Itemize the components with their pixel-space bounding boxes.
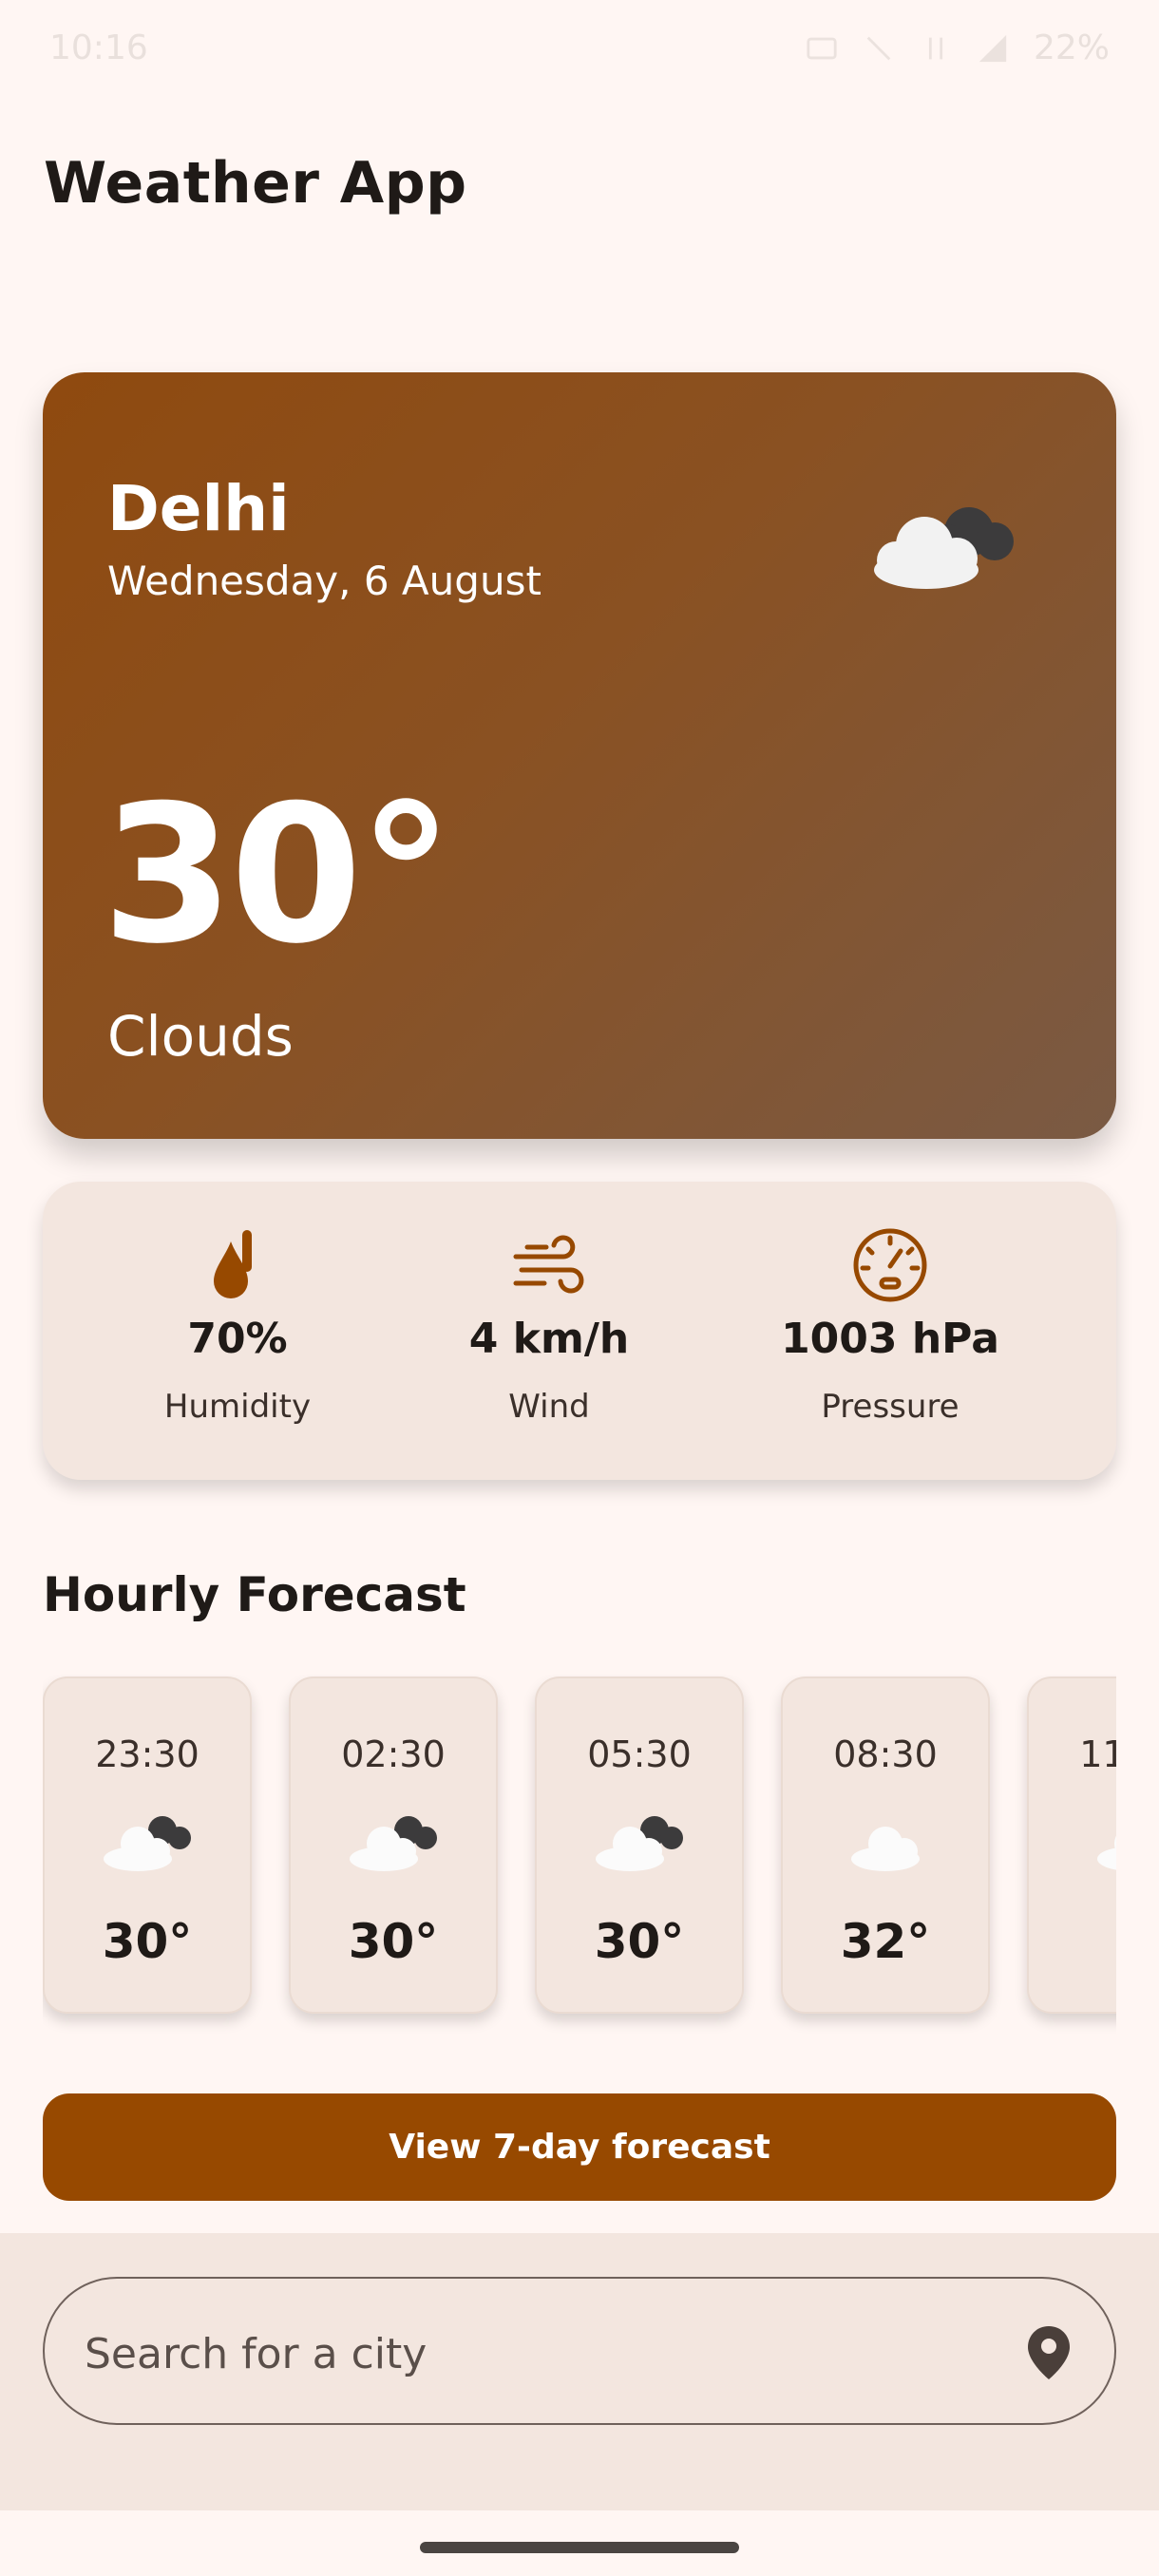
cloud-icon [851, 1827, 920, 1871]
cloud-icon [1097, 1835, 1116, 1870]
search-panel [0, 2233, 1159, 2510]
weather-condition: Clouds [107, 1004, 294, 1069]
hourly-temp: 30° [594, 1914, 685, 1969]
hourly-item[interactable]: 23:30 30° [43, 1676, 252, 2014]
signal-icon [978, 34, 1007, 62]
pressure-gauge-icon [853, 1228, 927, 1302]
pressure-value: 1003 hPa [781, 1315, 999, 1363]
city-search-field[interactable] [43, 2277, 1116, 2425]
cloud-icon [874, 507, 1014, 589]
humidity-value: 70% [187, 1315, 288, 1363]
humidity-label: Humidity [163, 1388, 312, 1426]
hourly-time: 02:30 [341, 1733, 446, 1775]
wind-icon [513, 1235, 584, 1294]
mute-icon [866, 36, 891, 60]
hourly-time: 05:30 [587, 1733, 692, 1775]
current-date: Wednesday, 6 August [107, 558, 542, 604]
hourly-time: 23:30 [95, 1733, 200, 1775]
hourly-item[interactable]: 08:30 32° [781, 1676, 990, 2014]
dark-cloud-icon [596, 1816, 683, 1871]
wind-stat: 4 km/h Wind [407, 1182, 692, 1480]
city-name: Delhi [107, 472, 290, 545]
data-icon [928, 37, 943, 59]
hourly-forecast-title: Hourly Forecast [43, 1567, 466, 1622]
dark-cloud-icon [104, 1816, 191, 1871]
hourly-temp: 32° [840, 1914, 931, 1969]
status-time: 10:16 [49, 28, 148, 67]
current-weather-card: Delhi Wednesday, 6 August 30° Clouds [43, 372, 1116, 1139]
search-input[interactable] [83, 2315, 941, 2393]
page-title: Weather App [44, 150, 467, 217]
humidity-icon [214, 1230, 252, 1298]
humidity-stat: 70% Humidity [95, 1182, 380, 1480]
hd-icon [807, 37, 837, 59]
weather-stats-card: 70% Humidity 4 km/h Wind 1003 hPa Pressu… [43, 1182, 1116, 1480]
battery-level: 22% [1033, 28, 1110, 67]
hourly-item[interactable]: 11:30 3 [1027, 1676, 1116, 2014]
current-temperature: 30° [102, 765, 453, 986]
hourly-item[interactable]: 05:30 30° [535, 1676, 744, 2014]
hourly-temp: 30° [348, 1914, 439, 1969]
hourly-time: 08:30 [833, 1733, 938, 1775]
pressure-label: Pressure [821, 1388, 960, 1426]
view-7-day-forecast-button[interactable]: View 7-day forecast [43, 2093, 1116, 2201]
status-bar: 10:16 22% [0, 0, 1159, 104]
home-indicator[interactable] [420, 2542, 739, 2553]
wind-value: 4 km/h [468, 1315, 630, 1363]
hourly-temp: 3 [1029, 1914, 1116, 1969]
hourly-time: 11:30 [1079, 1733, 1116, 1775]
pressure-stat: 1003 hPa Pressure [748, 1182, 1033, 1480]
hourly-temp: 30° [102, 1914, 193, 1969]
hourly-forecast-list[interactable]: 23:30 30° 02:30 30° 05:30 30° 08:30 32° … [43, 1675, 1116, 2045]
location-pin-icon[interactable] [1023, 2324, 1074, 2381]
hourly-item[interactable]: 02:30 30° [289, 1676, 498, 2014]
wind-label: Wind [508, 1388, 590, 1426]
dark-cloud-icon [350, 1816, 437, 1871]
